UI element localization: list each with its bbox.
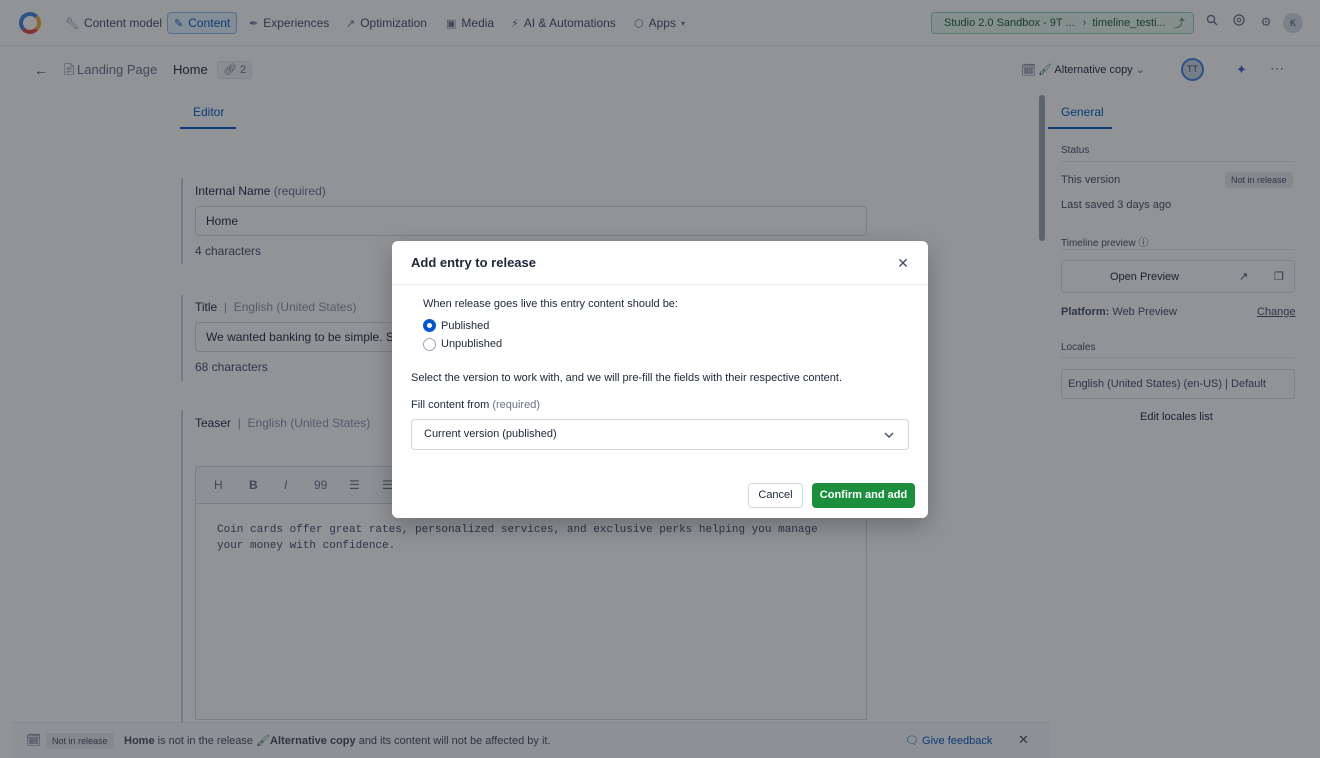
confirm-and-add-button[interactable]: Confirm and add [812,483,915,508]
fill-label: Fill content from [411,399,490,411]
radio-unpublished-label[interactable]: Unpublished [441,338,502,350]
fill-required: (required) [492,399,540,411]
release-question: When release goes live this entry conten… [423,298,678,310]
add-entry-to-release-dialog: Add entry to release ✕ When release goes… [392,241,928,518]
radio-published-label[interactable]: Published [441,320,489,332]
dialog-title: Add entry to release [411,255,536,270]
instruction-text: Select the version to work with, and we … [411,372,843,384]
fill-content-label: Fill content from (required) [411,399,540,411]
fill-content-value: Current version (published) [424,428,557,440]
dialog-divider [392,284,928,285]
close-icon[interactable]: ✕ [895,255,911,271]
fill-content-select[interactable]: Current version (published) [411,419,909,450]
cancel-button[interactable]: Cancel [748,483,803,508]
radio-unpublished[interactable] [423,338,436,351]
chevron-down-icon [884,432,894,438]
radio-published[interactable] [423,319,436,332]
